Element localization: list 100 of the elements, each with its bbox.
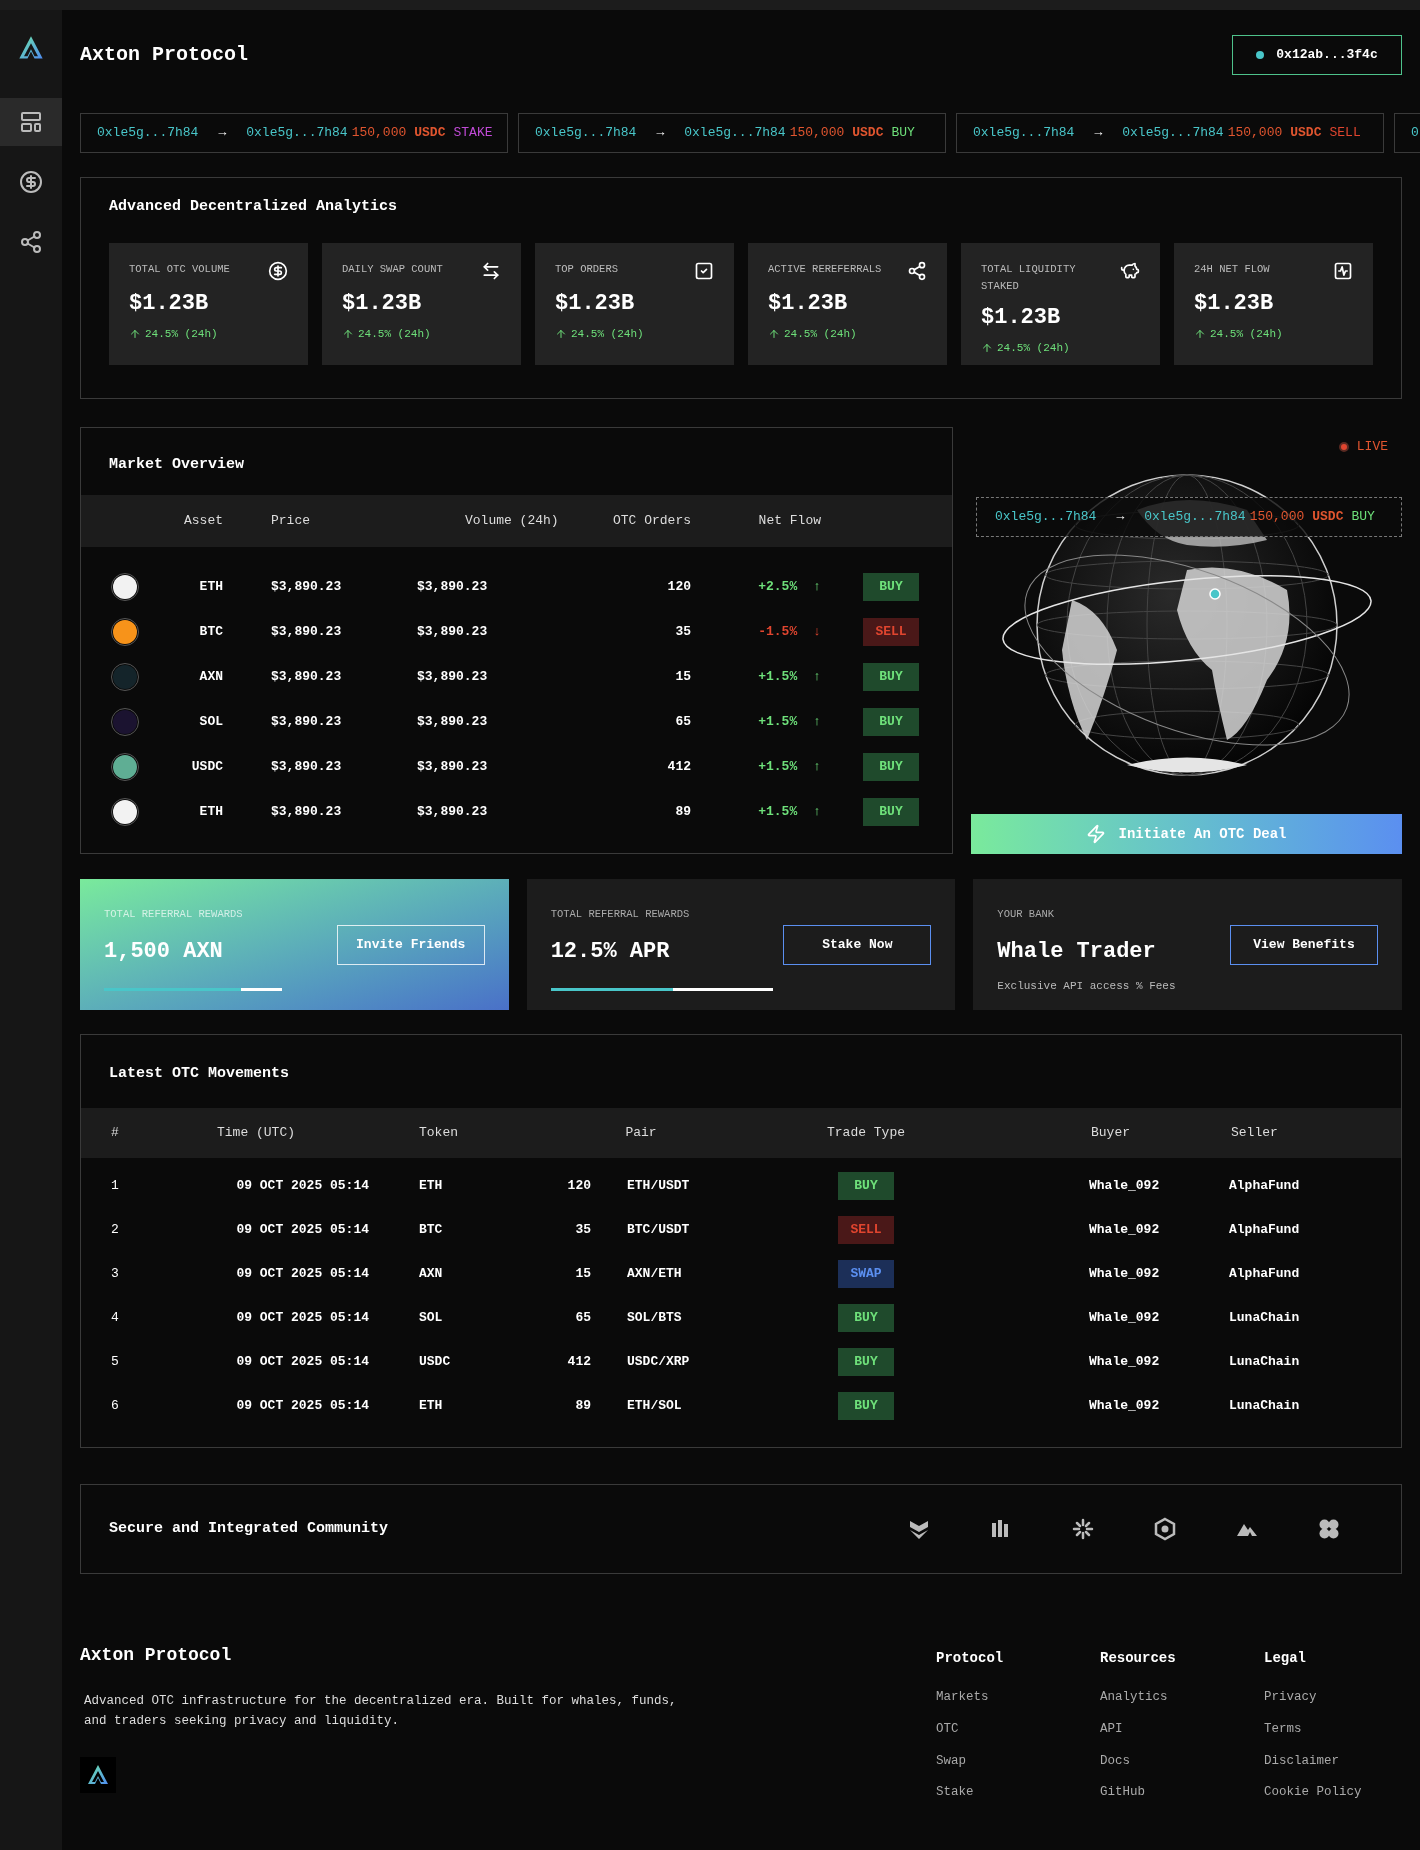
volume-cell-text: $3,890.23	[416, 623, 489, 642]
address-text: 0xle5g...7h84	[97, 124, 199, 143]
stat-icon	[1333, 260, 1353, 281]
column-header: Token	[418, 1123, 459, 1142]
footer-link[interactable]: Terms	[1264, 1719, 1358, 1739]
trade-type-badge: BUY	[838, 1303, 894, 1332]
wallet-button[interactable]: 0x12ab...3f4c	[1232, 35, 1402, 75]
trend-arrow: ↑	[813, 668, 821, 687]
footer-link[interactable]: OTC	[936, 1719, 1030, 1739]
live-label: LIVE	[1356, 438, 1388, 456]
orders-cell-text: 120	[667, 578, 691, 597]
up-arrow-icon	[1194, 327, 1206, 340]
trade-button[interactable]: SELL	[863, 618, 919, 646]
price-cell-text: $3,890.23	[270, 578, 343, 597]
amount-cell-text: 15	[575, 1264, 591, 1283]
nav-icon	[19, 110, 43, 134]
pair-cell-text: AXN/ETH	[626, 1264, 683, 1283]
pair-cell-text: ETH/SOL	[626, 1396, 683, 1415]
stat-value: $1.23B	[129, 289, 210, 318]
footer-link[interactable]: Analytics	[1100, 1688, 1194, 1707]
column-header: Price	[270, 511, 310, 530]
footer-link[interactable]: Markets	[936, 1688, 1030, 1707]
volume-cell-text: $3,890.23	[416, 578, 489, 597]
token-cell-text: USDC	[418, 1352, 452, 1371]
footer-link[interactable]: API	[1100, 1719, 1194, 1739]
pair-cell-text: SOL/BTS	[626, 1308, 683, 1327]
trade-button[interactable]: BUY	[863, 708, 919, 736]
net-flow-cell-text: +2.5%	[758, 578, 798, 597]
asset-name: ETH	[199, 803, 223, 822]
column-header: OTC Orders	[613, 511, 691, 530]
amount-text: 150,000	[351, 124, 407, 143]
asset-name: BTC	[199, 623, 223, 642]
card-button[interactable]: Stake Now	[783, 925, 932, 965]
section-title: Advanced Decentralized Analytics	[109, 197, 399, 217]
pair-cell-text: USDC/XRP	[626, 1352, 691, 1371]
stat-change: 24.5% (24h)	[997, 340, 1070, 356]
token-text: USDC	[1312, 508, 1344, 527]
action-text: BUY	[1351, 508, 1375, 527]
column-header: Seller	[1230, 1123, 1279, 1142]
amount-cell-text: 89	[575, 1396, 591, 1415]
action-text: SELL	[1329, 124, 1361, 143]
up-arrow-icon	[768, 327, 780, 340]
stat-value: $1.23B	[1194, 289, 1275, 318]
footer-link[interactable]: Stake	[936, 1783, 1030, 1802]
token-cell-text: SOL	[418, 1308, 444, 1327]
amount-cell-text: 412	[567, 1352, 591, 1371]
trade-button[interactable]: BUY	[863, 573, 919, 601]
net-flow-cell-text: +1.5%	[758, 668, 798, 687]
pair-cell-text: BTC/USDT	[626, 1220, 691, 1239]
trade-button[interactable]: BUY	[863, 798, 919, 826]
token-cell-text: AXN	[418, 1264, 444, 1283]
net-flow-cell-text: +1.5%	[758, 803, 798, 822]
address-text: 0xle5g...7h84	[535, 124, 637, 143]
stat-icon	[907, 260, 927, 281]
trend-arrow: ↑	[813, 713, 821, 732]
card-value: Whale Trader	[997, 937, 1157, 966]
footer-link[interactable]: Docs	[1100, 1751, 1194, 1771]
amount-cell-text: 120	[567, 1176, 591, 1195]
nav-button[interactable]	[0, 98, 62, 146]
card-label: TOTAL REFERRAL REWARDS	[104, 907, 244, 922]
token-text: USDC	[414, 124, 446, 143]
footer-link[interactable]: Privacy	[1264, 1688, 1358, 1707]
column-header: Volume (24h)	[464, 511, 559, 530]
action-text: BUY	[891, 124, 915, 143]
stat-value: $1.23B	[981, 303, 1062, 332]
address-text: 0xle5g...7h84	[1122, 124, 1224, 143]
address-text: 0xle5g...7h84	[973, 124, 1075, 143]
trade-button[interactable]: BUY	[863, 753, 919, 781]
card-label: YOUR BANK	[997, 907, 1056, 922]
footer-link[interactable]: Swap	[936, 1751, 1030, 1771]
stat-icon	[268, 260, 288, 281]
price-cell-text: $3,890.23	[270, 668, 343, 687]
asset-name: SOL	[199, 713, 223, 732]
nav-icon	[19, 170, 43, 194]
net-flow-cell-text: +1.5%	[758, 713, 798, 732]
column-header: Net Flow	[758, 511, 821, 530]
footer-link[interactable]: Disclaimer	[1264, 1751, 1358, 1771]
stat-change: 24.5% (24h)	[145, 326, 218, 342]
stat-icon	[1120, 260, 1140, 281]
stat-label: ACTIVE REREFERRALS	[768, 261, 883, 277]
stat-icon	[694, 260, 714, 281]
footer-link[interactable]: GitHub	[1100, 1783, 1194, 1802]
index-cell-text: 4	[110, 1308, 120, 1327]
pair-cell-text: ETH/USDT	[626, 1176, 691, 1195]
trade-button[interactable]: BUY	[863, 663, 919, 691]
trade-type-badge: BUY	[838, 1171, 894, 1200]
footer-brand: Axton Protocol	[80, 1644, 233, 1667]
trade-type-badge: BUY	[838, 1391, 894, 1420]
amount-text: 150,000	[1227, 124, 1283, 143]
price-cell-text: $3,890.23	[270, 758, 343, 777]
card-button[interactable]: View Benefits	[1230, 925, 1378, 965]
trade-type-badge: BUY	[838, 1347, 894, 1376]
section-title: Market Overview	[109, 455, 246, 475]
time-cell-text: 09 OCT 2025 05:14	[236, 1396, 370, 1415]
asset-name: USDC	[191, 758, 223, 777]
stat-label: TOTAL LIQUIDITY STAKED	[981, 261, 1077, 294]
trade-type-badge: SELL	[838, 1215, 894, 1244]
token-cell-text: ETH	[418, 1396, 444, 1415]
amount-text: 150,000	[1249, 508, 1305, 527]
time-cell-text: 09 OCT 2025 05:14	[236, 1308, 370, 1327]
